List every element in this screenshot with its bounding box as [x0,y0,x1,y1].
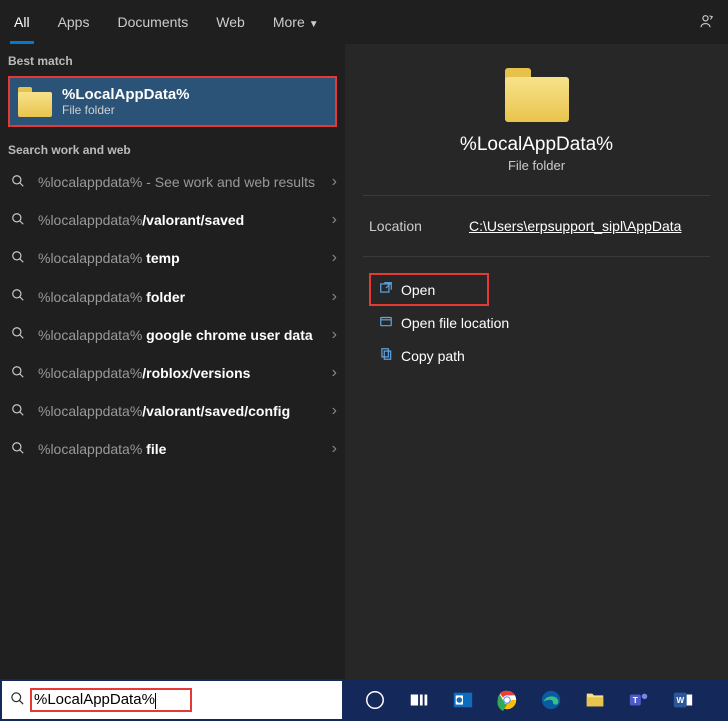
tab-documents[interactable]: Documents [103,0,202,44]
preview-subtitle: File folder [508,158,565,173]
edge-icon[interactable] [530,679,572,721]
search-icon [8,403,28,420]
results-panel: Best match %LocalAppData% File folder Se… [0,44,345,679]
suggestion-item[interactable]: %localappdata% file › [0,430,345,468]
copy-icon [379,347,401,364]
action-open[interactable]: Open [369,273,489,306]
suggestion-item[interactable]: %localappdata% folder › [0,278,345,316]
chevron-right-icon[interactable]: › [332,364,337,382]
tab-web[interactable]: Web [202,0,259,44]
search-icon [8,174,28,191]
word-icon[interactable]: W [662,679,704,721]
location-label: Location [369,218,469,234]
chevron-right-icon[interactable]: › [332,288,337,306]
search-icon [8,212,28,229]
best-match-title: %LocalAppData% [62,86,190,103]
suggestion-item[interactable]: %localappdata%/valorant/saved › [0,201,345,239]
section-best-match: Best match [0,44,345,74]
cortana-icon[interactable] [354,679,396,721]
divider [363,195,710,196]
suggestion-text: %localappdata%/roblox/versions [38,364,324,382]
folder-open-icon [379,314,401,331]
search-icon [8,288,28,305]
task-view-icon[interactable] [398,679,440,721]
suggestion-text: %localappdata% folder [38,288,324,306]
open-icon [379,281,401,298]
search-icon [8,326,28,343]
chrome-icon[interactable] [486,679,528,721]
tabs-bar: All Apps Documents Web More▼ [0,0,728,44]
folder-icon [18,87,52,117]
suggestion-text: %localappdata% google chrome user data [38,326,324,344]
preview-panel: %LocalAppData% File folder Location C:\U… [345,44,728,679]
tab-all[interactable]: All [0,0,44,44]
action-open-label: Open [401,282,435,298]
suggestion-item[interactable]: %localappdata% google chrome user data › [0,316,345,354]
file-explorer-icon[interactable] [574,679,616,721]
chevron-right-icon[interactable]: › [332,402,337,420]
section-search-web: Search work and web [0,133,345,163]
search-icon [8,250,28,267]
suggestion-item[interactable]: %localappdata% - See work and web result… [0,163,345,201]
suggestion-text: %localappdata% - See work and web result… [38,173,324,191]
action-open-location-label: Open file location [401,315,509,331]
feedback-icon[interactable] [698,0,716,44]
suggestion-text: %localappdata% file [38,440,324,458]
chevron-right-icon[interactable]: › [332,326,337,344]
suggestion-text: %localappdata%/valorant/saved [38,211,324,229]
action-copy-path[interactable]: Copy path [369,339,704,372]
suggestion-text: %localappdata%/valorant/saved/config [38,402,324,420]
preview-title: %LocalAppData% [460,134,613,156]
folder-icon [505,68,569,122]
suggestion-item[interactable]: %localappdata%/roblox/versions › [0,354,345,392]
divider [363,256,710,257]
best-match-subtitle: File folder [62,103,190,117]
search-icon [8,365,28,382]
tab-apps[interactable]: Apps [44,0,104,44]
chevron-right-icon[interactable]: › [332,440,337,458]
tab-more[interactable]: More▼ [259,0,333,44]
chevron-right-icon[interactable]: › [332,249,337,267]
chevron-right-icon[interactable]: › [332,211,337,229]
action-copy-path-label: Copy path [401,348,465,364]
search-input[interactable]: %LocalAppData% [32,691,156,708]
teams-icon[interactable]: T [618,679,660,721]
svg-text:W: W [676,696,684,705]
best-match-item[interactable]: %LocalAppData% File folder [8,76,337,127]
action-open-location[interactable]: Open file location [369,306,704,339]
taskbar: %LocalAppData% T W [0,679,728,721]
chevron-right-icon[interactable]: › [332,173,337,191]
suggestion-text: %localappdata% temp [38,249,324,267]
search-icon [8,441,28,458]
search-icon [2,691,32,710]
suggestion-item[interactable]: %localappdata% temp › [0,239,345,277]
suggestion-item[interactable]: %localappdata%/valorant/saved/config › [0,392,345,430]
outlook-icon[interactable] [442,679,484,721]
search-box[interactable]: %LocalAppData% [2,681,342,719]
location-value[interactable]: C:\Users\erpsupport_sipl\AppData [469,218,681,234]
svg-text:T: T [633,696,638,705]
